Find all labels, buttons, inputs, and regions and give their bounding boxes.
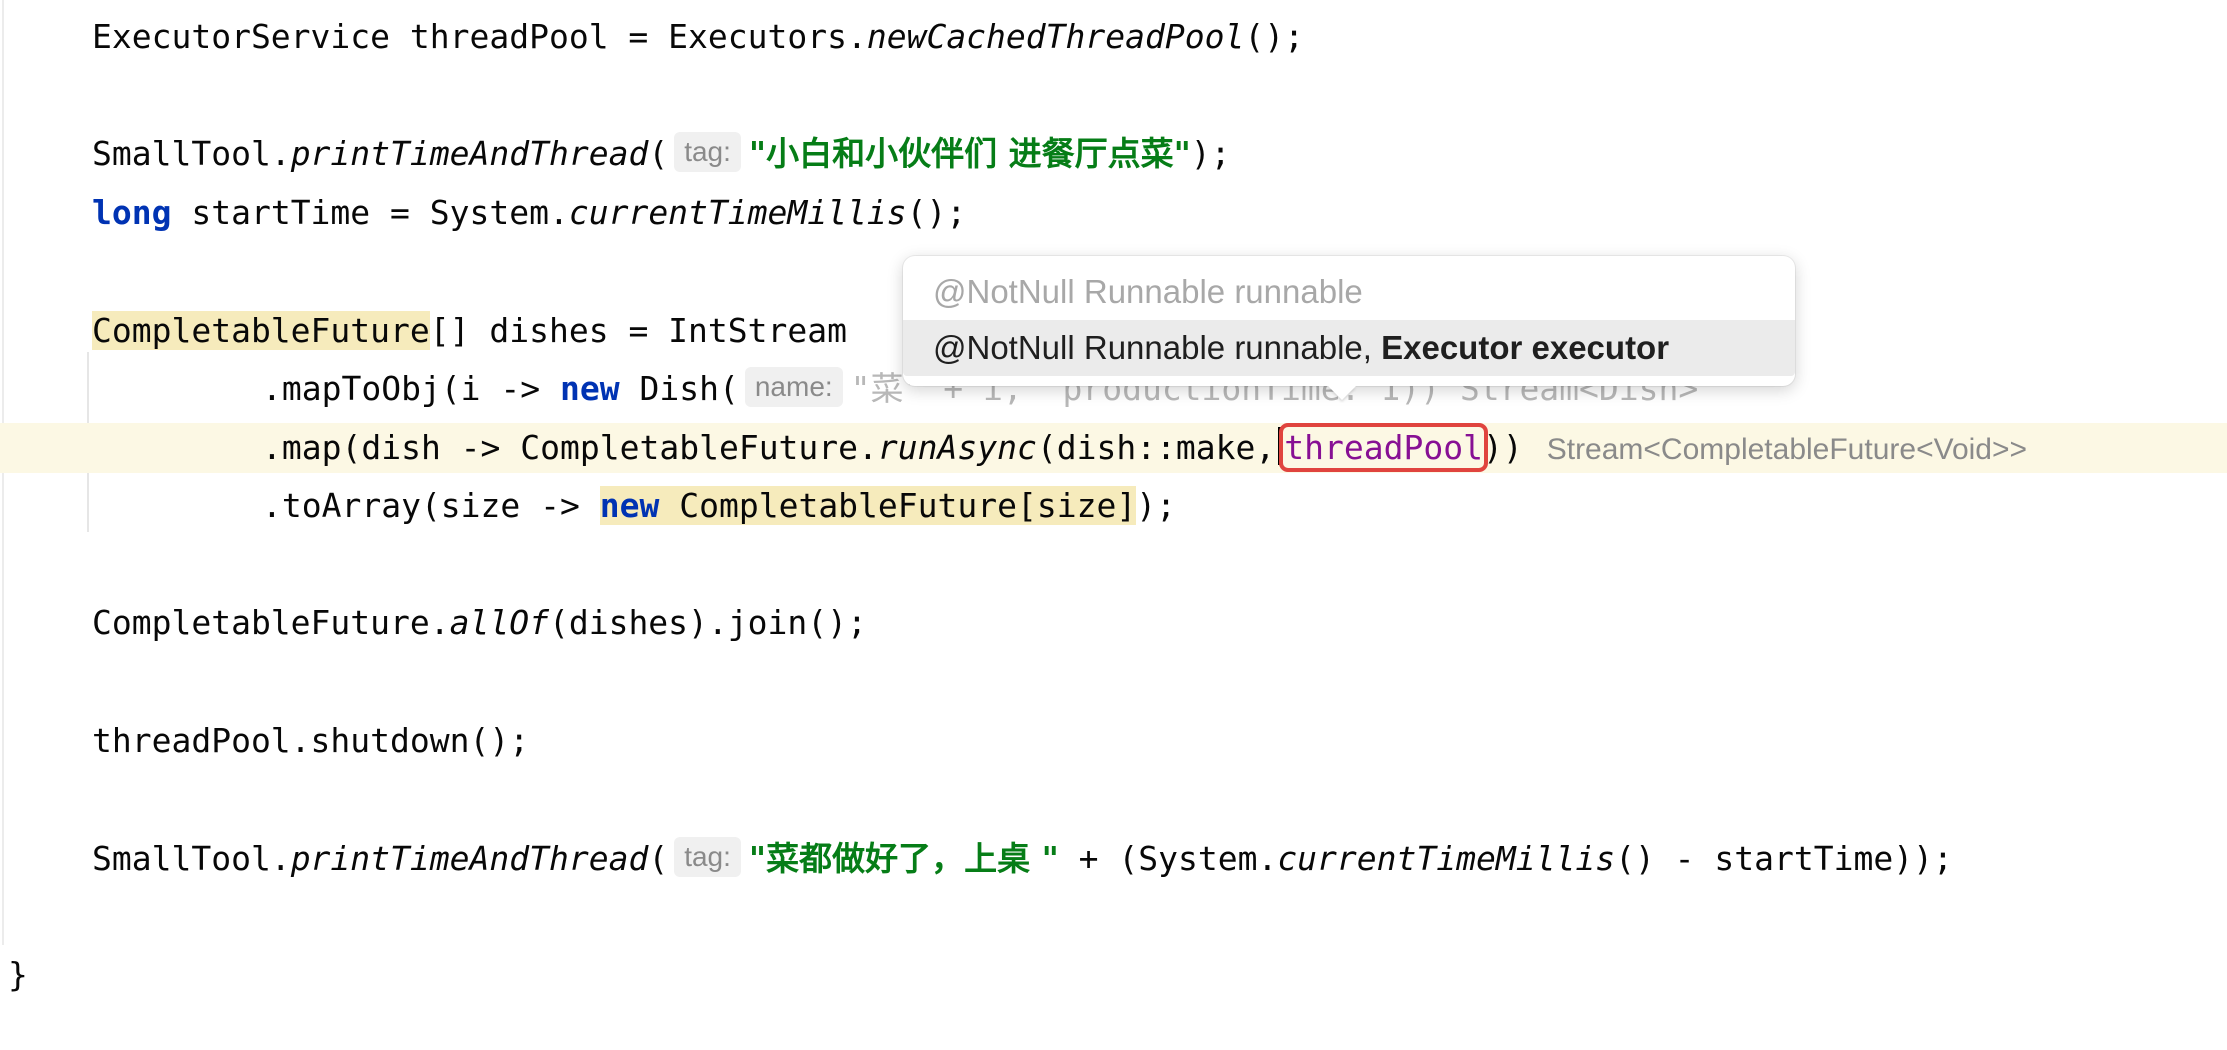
code-text: .toArray(size -> — [262, 486, 600, 525]
method-name: currentTimeMillis — [1277, 839, 1616, 878]
keyword: long — [92, 193, 172, 232]
code-text: [] dishes = IntStream — [429, 311, 847, 350]
code-text: ); — [1136, 486, 1176, 525]
code-text: .map(dish -> CompletableFuture. — [262, 428, 878, 467]
code-text: CompletableFuture. — [92, 603, 450, 642]
popup-pointer — [1328, 386, 1356, 400]
keyword: new — [560, 369, 620, 408]
current-parameter: Executor executor — [1381, 329, 1670, 366]
code-text: startTime = System. — [171, 193, 569, 232]
code-line-11[interactable]: } — [0, 950, 2227, 1000]
code-text: .mapToObj(i -> — [262, 369, 561, 408]
code-line-7[interactable]: .toArray(size -> new CompletableFuture[s… — [0, 481, 2227, 531]
code-line-10[interactable]: SmallTool.printTimeAndThread(tag: "菜都做好了，… — [0, 834, 2227, 884]
method-name: printTimeAndThread — [290, 134, 649, 173]
parameter-hint: name: — [744, 367, 843, 407]
code-line-8[interactable]: CompletableFuture.allOf(dishes).join(); — [0, 598, 2227, 648]
code-text: Dish( — [619, 369, 739, 408]
code-line-9[interactable]: threadPool.shutdown(); — [0, 716, 2227, 766]
code-line-3[interactable]: long startTime = System.currentTimeMilli… — [0, 188, 2227, 238]
code-text: threadPool.shutdown(); — [92, 721, 530, 760]
parameter-info-popup: @NotNull Runnable runnable @NotNull Runn… — [903, 256, 1795, 400]
code-text: SmallTool. — [92, 134, 291, 173]
highlighted-expression: CompletableFuture[size] — [659, 486, 1137, 525]
code-text: + (System. — [1058, 839, 1278, 878]
code-text: ); — [1190, 134, 1231, 173]
signature-text: @NotNull Runnable runnable, — [933, 329, 1382, 366]
thread-pool-argument[interactable]: threadPool — [1279, 423, 1488, 472]
code-text: (); — [906, 193, 967, 232]
code-line-2[interactable]: SmallTool.printTimeAndThread(tag: "小白和小伙伴… — [0, 129, 2227, 179]
code-text: )) — [1482, 428, 1523, 467]
signature-option-1[interactable]: @NotNull Runnable runnable — [903, 264, 1795, 320]
code-text: (dish::make, — [1036, 428, 1276, 467]
closing-brace: } — [8, 955, 28, 994]
code-text: () - startTime)); — [1615, 839, 1953, 878]
code-text: (); — [1244, 17, 1304, 56]
text-caret — [1278, 427, 1282, 465]
signature-option-2-selected[interactable]: @NotNull Runnable runnable, Executor exe… — [903, 320, 1795, 376]
method-name: runAsync — [877, 428, 1037, 467]
code-text: ( — [648, 134, 669, 173]
signature-text: @NotNull Runnable runnable — [933, 273, 1363, 310]
keyword: new — [599, 486, 660, 525]
code-line-1[interactable]: ExecutorService threadPool = Executors.n… — [0, 12, 2227, 62]
method-name: currentTimeMillis — [568, 193, 907, 232]
string-literal: "小白和小伙伴们 进餐厅点菜" — [748, 134, 1191, 173]
code-line-6-current[interactable]: .map(dish -> CompletableFuture.runAsync(… — [0, 423, 2227, 473]
string-literal: "菜都做好了，上桌 " — [748, 839, 1059, 878]
parameter-hint: tag: — [674, 837, 741, 877]
code-text: SmallTool. — [92, 839, 291, 878]
highlighted-type: CompletableFuture — [92, 311, 430, 350]
code-text: ExecutorService threadPool = Executors. — [92, 17, 867, 56]
method-name: printTimeAndThread — [290, 839, 649, 878]
parameter-hint: tag: — [674, 132, 741, 172]
code-text: (dishes).join(); — [548, 603, 867, 642]
code-text: ( — [648, 839, 669, 878]
method-name: newCachedThreadPool — [866, 17, 1245, 56]
type-hint: Stream<CompletableFuture<Void>> — [1546, 433, 2028, 466]
method-name: allOf — [449, 603, 549, 642]
